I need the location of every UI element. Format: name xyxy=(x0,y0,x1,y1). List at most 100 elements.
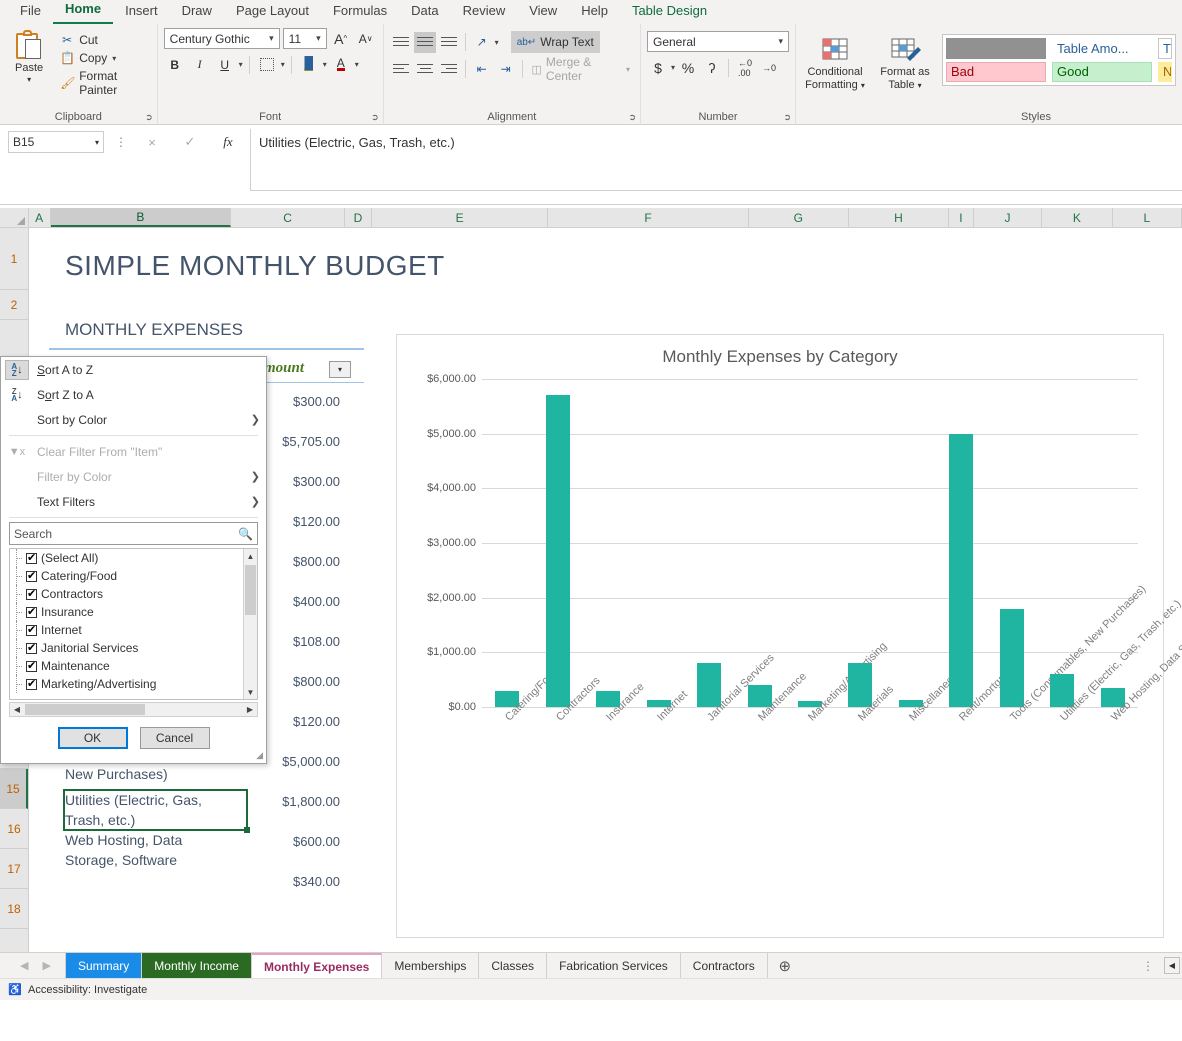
borders-chevron-down-icon[interactable]: ▾ xyxy=(281,60,285,69)
row-header-2[interactable]: 2 xyxy=(0,290,28,320)
column-header-G[interactable]: G xyxy=(748,208,849,227)
resize-grip-icon[interactable]: ◢ xyxy=(256,750,263,761)
menu-item-text-filters[interactable]: Text Filters ❯ xyxy=(1,489,266,514)
filter-option-contractors[interactable]: Contractors xyxy=(10,585,257,603)
increase-indent-button[interactable]: ⇥ xyxy=(495,59,517,80)
scrollbar-thumb[interactable] xyxy=(245,565,256,615)
column-header-B[interactable]: B xyxy=(50,208,232,227)
cell-styles-gallery[interactable]: Bad Table Amo... Good T N xyxy=(942,34,1176,86)
scrollbar-thumb[interactable] xyxy=(25,704,145,715)
checkbox[interactable] xyxy=(26,551,37,564)
next-sheet-icon[interactable]: ▶ xyxy=(42,959,50,972)
copy-chevron-down-icon[interactable]: ▾ xyxy=(112,54,116,63)
insert-function-button[interactable]: fx xyxy=(209,131,247,153)
orientation-button[interactable]: ↗ xyxy=(471,32,493,53)
ribbon-tab-review[interactable]: Review xyxy=(451,0,518,24)
scroll-left-icon[interactable]: ◀ xyxy=(10,705,24,714)
column-header-L[interactable]: L xyxy=(1112,208,1182,227)
number-dialog-launcher-icon[interactable]: ➲ xyxy=(783,112,791,123)
chart-bar[interactable] xyxy=(697,663,722,707)
column-header-H[interactable]: H xyxy=(848,208,949,227)
increase-decimal-button[interactable]: ←0.00 xyxy=(734,57,756,78)
sheet-tab-summary[interactable]: Summary xyxy=(64,952,143,979)
chart-bar[interactable] xyxy=(949,433,974,707)
filter-list-vertical-scrollbar[interactable]: ▲ ▼ xyxy=(243,549,257,699)
style-swatch-table[interactable]: T xyxy=(1158,38,1172,59)
filter-option-marketing-advertising[interactable]: Marketing/Advertising xyxy=(10,675,257,693)
previous-sheet-icon[interactable]: ◀ xyxy=(20,959,28,972)
checkbox[interactable] xyxy=(26,587,37,600)
currency-format-button[interactable]: $ xyxy=(647,57,669,78)
cancel-entry-button[interactable]: × xyxy=(133,131,171,153)
font-dialog-launcher-icon[interactable]: ➲ xyxy=(371,112,379,123)
scroll-right-icon[interactable]: ▶ xyxy=(243,705,257,714)
conditional-formatting-button[interactable]: Conditional Formatting ▾ xyxy=(802,34,868,92)
name-box-chevron-down-icon[interactable]: ▾ xyxy=(95,138,99,147)
ribbon-tab-page-layout[interactable]: Page Layout xyxy=(224,0,321,24)
style-swatch-good[interactable]: Good xyxy=(1052,61,1152,82)
font-size-chevron-down-icon[interactable]: ▾ xyxy=(313,33,324,44)
sheet-tab-contractors[interactable]: Contractors xyxy=(681,952,768,979)
column-header-I[interactable]: I xyxy=(948,208,974,227)
column-header-A[interactable]: A xyxy=(28,208,51,227)
decrease-decimal-button[interactable]: →0 xyxy=(758,57,780,78)
chart-bar[interactable] xyxy=(545,395,570,707)
cancel-button[interactable]: Cancel xyxy=(139,727,210,749)
column-header-D[interactable]: D xyxy=(345,208,372,227)
sheet-tab-memberships[interactable]: Memberships xyxy=(382,952,480,979)
active-cell-selection[interactable] xyxy=(63,789,250,833)
italic-button[interactable]: I xyxy=(189,54,211,75)
chart-bar[interactable] xyxy=(999,608,1024,707)
underline-button[interactable]: U xyxy=(214,54,236,75)
font-name-combo[interactable]: Century Gothic ▾ xyxy=(163,28,280,49)
font-color-button[interactable]: A xyxy=(330,54,352,75)
cut-button[interactable]: ✂ Cut xyxy=(56,32,150,48)
ribbon-tab-file[interactable]: File xyxy=(8,0,53,24)
row-header-15[interactable]: 15 xyxy=(0,769,28,809)
accessibility-status[interactable]: Accessibility: Investigate xyxy=(28,984,147,996)
alignment-dialog-launcher-icon[interactable]: ➲ xyxy=(628,112,636,123)
comma-format-button[interactable]: ʔ xyxy=(701,57,723,78)
filter-list-horizontal-scrollbar[interactable]: ◀ ▶ xyxy=(9,702,258,717)
filter-option-insurance[interactable]: Insurance xyxy=(10,603,257,621)
add-sheet-button[interactable]: ⊕ xyxy=(768,957,802,975)
filter-option-maintenance[interactable]: Maintenance xyxy=(10,657,257,675)
merge-chevron-down-icon[interactable]: ▾ xyxy=(626,65,630,74)
sheet-tab-classes[interactable]: Classes xyxy=(479,952,548,979)
paste-chevron-down-icon[interactable]: ▾ xyxy=(6,75,52,84)
checkbox[interactable] xyxy=(26,569,37,582)
style-swatch-neutral[interactable]: N xyxy=(1158,61,1172,82)
menu-item-sort-a-to-z[interactable]: A Z ↓ Sort A to Z xyxy=(1,357,266,382)
column-header-C[interactable]: C xyxy=(231,208,346,227)
format-painter-button[interactable]: 🖌 Format Painter xyxy=(56,68,150,98)
format-as-table-button[interactable]: Format as Table ▾ xyxy=(872,34,938,92)
row-header-17[interactable]: 17 xyxy=(0,849,28,889)
menu-item-sort-by-color[interactable]: Sort by Color ❯ xyxy=(1,407,266,432)
column-header-J[interactable]: J xyxy=(973,208,1043,227)
ribbon-tab-help[interactable]: Help xyxy=(569,0,620,24)
filter-option-internet[interactable]: Internet xyxy=(10,621,257,639)
align-center-button[interactable] xyxy=(414,59,436,80)
column-header-E[interactable]: E xyxy=(371,208,549,227)
horizontal-scroll-left-button[interactable]: ◀ xyxy=(1164,957,1180,974)
checkbox[interactable] xyxy=(26,659,37,672)
checkbox[interactable] xyxy=(26,623,37,636)
sheet-tab-monthly-expenses[interactable]: Monthly Expenses xyxy=(251,952,383,979)
style-swatch-bad[interactable]: Bad xyxy=(946,61,1046,82)
column-header-F[interactable]: F xyxy=(548,208,749,227)
filter-options-list[interactable]: (Select All) Catering/Food Contractors I… xyxy=(9,548,258,700)
align-top-button[interactable] xyxy=(390,32,412,53)
copy-button[interactable]: 📋 Copy ▾ xyxy=(56,50,150,66)
row-header-16[interactable]: 16 xyxy=(0,809,28,849)
name-box[interactable]: B15 ▾ xyxy=(8,131,104,153)
select-all-corner[interactable] xyxy=(0,208,29,227)
bold-button[interactable]: B xyxy=(164,54,186,75)
align-left-button[interactable] xyxy=(390,59,412,80)
ribbon-tab-draw[interactable]: Draw xyxy=(170,0,224,24)
paste-button[interactable]: Paste ▾ xyxy=(6,28,52,98)
borders-button[interactable] xyxy=(256,54,278,75)
formula-input[interactable]: Utilities (Electric, Gas, Trash, etc.) xyxy=(250,129,1182,191)
fill-color-button[interactable]: █ xyxy=(298,54,320,75)
decrease-indent-button[interactable]: ⇤ xyxy=(471,59,493,80)
percent-format-button[interactable]: % xyxy=(677,57,699,78)
